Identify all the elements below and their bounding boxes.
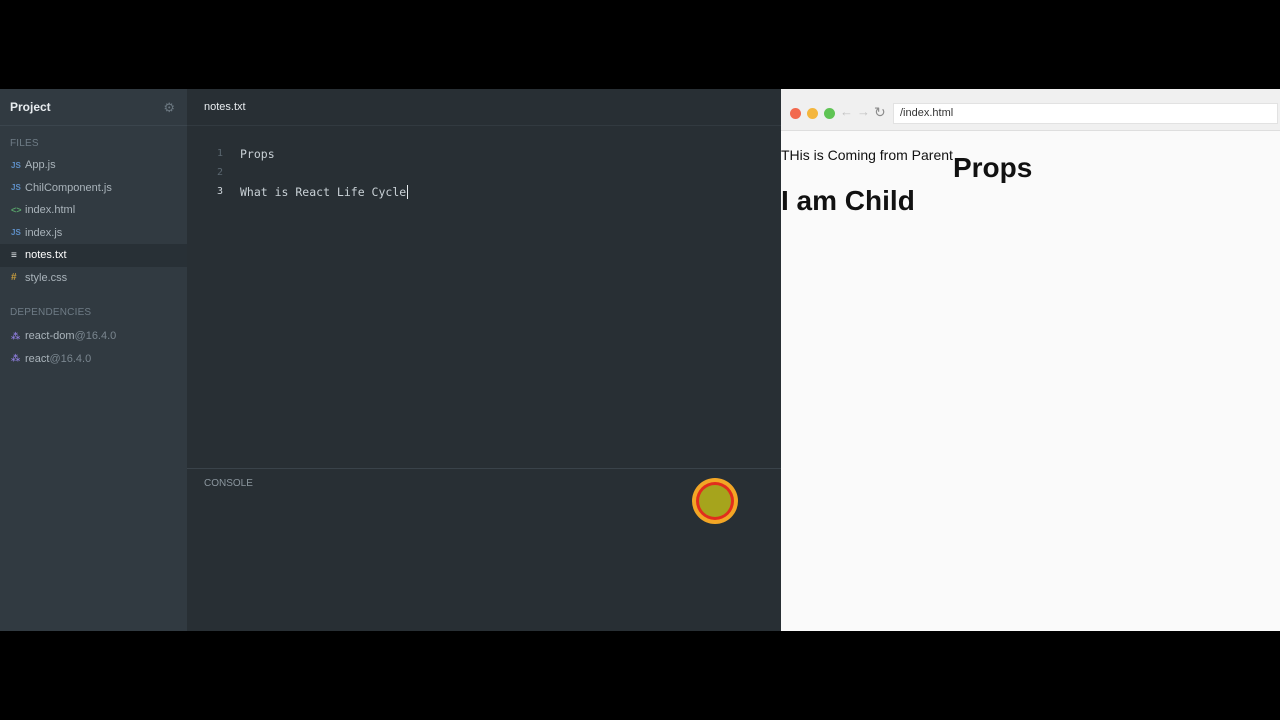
code-line: 2 xyxy=(187,163,781,182)
console-label: CONSOLE xyxy=(204,478,253,489)
dependency-item-react[interactable]: ⁂ react @16.4.0 xyxy=(0,348,187,371)
browser-toolbar: ← → ↻ /index.html xyxy=(781,89,1280,131)
project-title: Project xyxy=(10,100,51,114)
app-window: Project ⚙ FILES JS App.js JS ChilCompone… xyxy=(0,89,1280,631)
files-section-label: FILES xyxy=(10,138,39,149)
url-bar[interactable]: /index.html xyxy=(893,103,1278,124)
file-list: JS App.js JS ChilComponent.js <> index.h… xyxy=(0,154,187,289)
record-indicator-ring xyxy=(696,482,734,520)
file-name: App.js xyxy=(25,159,56,172)
css-file-icon: # xyxy=(11,272,17,284)
dependency-item-react-dom[interactable]: ⁂ react-dom @16.4.0 xyxy=(0,325,187,348)
file-item-style-css[interactable]: # style.css xyxy=(0,267,187,290)
text-file-icon: ≡ xyxy=(11,249,17,261)
preview-content: THis is Coming from Parent Props I am Ch… xyxy=(781,132,1280,217)
close-window-dot[interactable] xyxy=(790,108,801,119)
js-file-icon: JS xyxy=(11,228,21,238)
editor-tab-bar: notes.txt xyxy=(187,89,781,126)
line-number: 2 xyxy=(216,167,223,178)
dependencies-section-label: DEPENDENCIES xyxy=(10,307,92,318)
line-text: Props xyxy=(240,146,275,161)
editor-pane: notes.txt 1 Props 2 3 What is React Life… xyxy=(187,89,781,631)
project-sidebar: Project ⚙ FILES JS App.js JS ChilCompone… xyxy=(0,89,187,631)
maximize-window-dot[interactable] xyxy=(824,108,835,119)
package-icon: ⁂ xyxy=(11,330,21,341)
line-text: What is React Life Cycle xyxy=(240,184,407,199)
parent-text: THis is Coming from Parent xyxy=(781,147,953,163)
file-item-notes-txt[interactable]: ≡ notes.txt xyxy=(0,244,187,267)
preview-first-line: THis is Coming from Parent Props xyxy=(781,132,1280,182)
file-name: notes.txt xyxy=(25,249,67,262)
dependency-version: @16.4.0 xyxy=(49,352,92,365)
forward-arrow-icon[interactable]: → xyxy=(857,104,870,119)
file-item-app-js[interactable]: JS App.js xyxy=(0,154,187,177)
reload-icon[interactable]: ↻ xyxy=(874,104,886,121)
code-editor[interactable]: 1 Props 2 3 What is React Life Cycle xyxy=(187,144,781,201)
dependency-name: react xyxy=(25,352,50,365)
gear-icon[interactable]: ⚙ xyxy=(163,101,175,114)
code-line-current: 3 What is React Life Cycle xyxy=(187,182,781,201)
html-file-icon: <> xyxy=(11,205,22,216)
file-name: index.html xyxy=(25,204,76,217)
file-item-index-js[interactable]: JS index.js xyxy=(0,222,187,245)
file-item-index-html[interactable]: <> index.html xyxy=(0,199,187,222)
record-indicator-icon xyxy=(692,478,738,524)
child-heading: I am Child xyxy=(781,185,915,216)
package-icon: ⁂ xyxy=(11,353,21,364)
tab-notes-txt[interactable]: notes.txt xyxy=(204,101,246,113)
browser-preview: ← → ↻ /index.html THis is Coming from Pa… xyxy=(781,89,1280,631)
file-name: index.js xyxy=(25,226,63,239)
dependency-name: react-dom xyxy=(25,330,75,343)
js-file-icon: JS xyxy=(11,183,21,193)
code-line: 1 Props xyxy=(187,144,781,163)
text-cursor xyxy=(407,184,409,199)
dependency-list: ⁂ react-dom @16.4.0 ⁂ react @16.4.0 xyxy=(0,325,187,370)
file-item-chilcomponent-js[interactable]: JS ChilComponent.js xyxy=(0,177,187,200)
back-arrow-icon[interactable]: ← xyxy=(840,104,853,119)
file-name: ChilComponent.js xyxy=(25,181,112,194)
props-heading: Props xyxy=(952,152,1033,183)
record-indicator-core xyxy=(699,485,731,517)
line-number: 1 xyxy=(216,148,223,159)
file-name: style.css xyxy=(25,271,68,284)
minimize-window-dot[interactable] xyxy=(807,108,818,119)
dependency-version: @16.4.0 xyxy=(74,330,117,343)
line-number: 3 xyxy=(216,186,223,197)
sidebar-header: Project ⚙ xyxy=(0,89,187,126)
console-panel[interactable]: CONSOLE xyxy=(187,468,781,631)
js-file-icon: JS xyxy=(11,160,21,170)
